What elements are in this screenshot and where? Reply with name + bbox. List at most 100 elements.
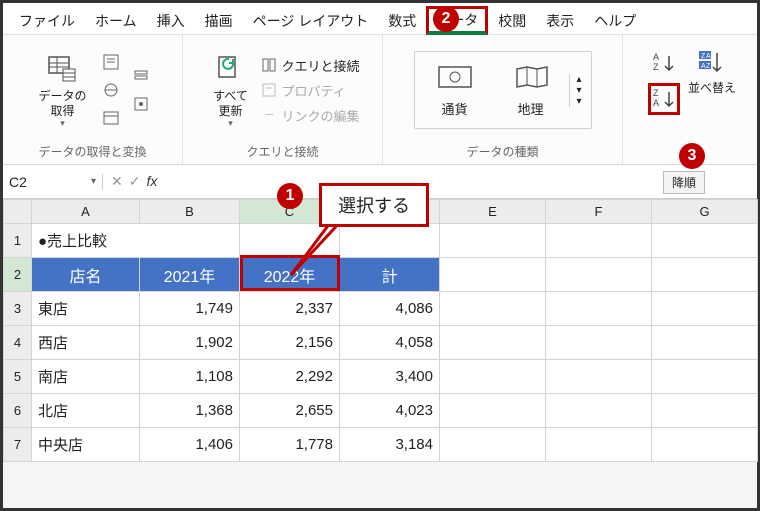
cell-G5[interactable] — [652, 360, 758, 394]
sort-asc-button[interactable]: AZ — [648, 47, 680, 79]
cell-F2[interactable] — [546, 258, 652, 292]
col-header-A[interactable]: A — [32, 200, 140, 224]
geography-type-button[interactable]: 地理 — [493, 63, 569, 118]
cell-F4[interactable] — [546, 326, 652, 360]
row-header-5[interactable]: 5 — [4, 360, 32, 394]
ribbon: データの 取得 ▾ データの取得と変換 すべて 更新 ▾ — [3, 35, 757, 165]
cell-C7[interactable]: 1,778 — [240, 428, 340, 462]
cell-D6[interactable]: 4,023 — [340, 394, 440, 428]
cell-F1[interactable] — [546, 224, 652, 258]
row-header-3[interactable]: 3 — [4, 292, 32, 326]
row-header-7[interactable]: 7 — [4, 428, 32, 462]
menu-review[interactable]: 校閲 — [488, 7, 536, 35]
cell-G7[interactable] — [652, 428, 758, 462]
cell-E4[interactable] — [440, 326, 546, 360]
from-table-button[interactable] — [99, 106, 123, 130]
row-header-4[interactable]: 4 — [4, 326, 32, 360]
edit-links-button[interactable]: リンクの編集 — [261, 106, 359, 125]
row-3: 3 東店 1,749 2,337 4,086 — [4, 292, 758, 326]
gallery-down-button[interactable]: ▾ — [570, 85, 589, 96]
queries-connections-button[interactable]: クエリと接続 — [261, 56, 359, 75]
cell-B7[interactable]: 1,406 — [140, 428, 240, 462]
refresh-icon — [213, 51, 247, 85]
cell-E3[interactable] — [440, 292, 546, 326]
gallery-more-button[interactable]: ▾ — [570, 96, 589, 107]
cell-G6[interactable] — [652, 394, 758, 428]
row-header-1[interactable]: 1 — [4, 224, 32, 258]
cell-B4[interactable]: 1,902 — [140, 326, 240, 360]
sort-desc-button[interactable]: ZA — [648, 83, 680, 115]
cell-G2[interactable] — [652, 258, 758, 292]
menu-file[interactable]: ファイル — [9, 7, 85, 35]
cell-E1[interactable] — [440, 224, 546, 258]
cell-D5[interactable]: 3,400 — [340, 360, 440, 394]
cell-A6[interactable]: 北店 — [32, 394, 140, 428]
cell-A1[interactable]: ●売上比較 — [32, 224, 240, 258]
cell-E5[interactable] — [440, 360, 546, 394]
cell-E7[interactable] — [440, 428, 546, 462]
refresh-all-button[interactable]: すべて 更新 ▾ — [205, 47, 255, 133]
row-header-6[interactable]: 6 — [4, 394, 32, 428]
menu-help[interactable]: ヘルプ — [584, 7, 646, 35]
cell-A3[interactable]: 東店 — [32, 292, 140, 326]
svg-text:Z: Z — [653, 88, 659, 98]
cell-A2[interactable]: 店名 — [32, 258, 140, 292]
cell-C4[interactable]: 2,156 — [240, 326, 340, 360]
from-text-button[interactable] — [99, 50, 123, 74]
cell-C5[interactable]: 2,292 — [240, 360, 340, 394]
sort-dialog-button[interactable]: ZAAZ 並べ替え — [688, 45, 736, 96]
cell-D3[interactable]: 4,086 — [340, 292, 440, 326]
svg-text:A: A — [653, 98, 659, 108]
cell-D7[interactable]: 3,184 — [340, 428, 440, 462]
get-data-button[interactable]: データの 取得 ▾ — [32, 47, 92, 133]
select-all-button[interactable] — [4, 200, 32, 224]
recent-sources-button[interactable] — [129, 64, 153, 88]
q-prop-label: プロパティ — [281, 81, 345, 100]
col-header-B[interactable]: B — [140, 200, 240, 224]
cancel-formula-button[interactable]: ✕ — [111, 173, 123, 190]
insert-function-button[interactable]: fx — [146, 173, 157, 190]
existing-conn-button[interactable] — [129, 92, 153, 116]
cell-G3[interactable] — [652, 292, 758, 326]
row-header-2[interactable]: 2 — [4, 258, 32, 292]
q-link-label: リンクの編集 — [281, 106, 359, 125]
map-icon — [511, 63, 551, 93]
cell-A5[interactable]: 南店 — [32, 360, 140, 394]
cell-F6[interactable] — [546, 394, 652, 428]
cell-E2[interactable] — [440, 258, 546, 292]
from-web-button[interactable] — [99, 78, 123, 102]
worksheet-grid[interactable]: A B C D E F G 1 ●売上比較 2 店名 2021年 2022年 計 — [3, 199, 758, 462]
cell-G1[interactable] — [652, 224, 758, 258]
cell-F3[interactable] — [546, 292, 652, 326]
properties-button[interactable]: プロパティ — [261, 81, 359, 100]
cell-G4[interactable] — [652, 326, 758, 360]
col-header-E[interactable]: E — [440, 200, 546, 224]
currency-type-button[interactable]: 通貨 — [417, 63, 493, 118]
gallery-up-button[interactable]: ▴ — [570, 74, 589, 85]
get-data-label: データの 取得 — [38, 89, 86, 118]
menu-page-layout[interactable]: ページ レイアウト — [243, 7, 379, 35]
menu-draw[interactable]: 描画 — [195, 7, 243, 35]
cell-C6[interactable]: 2,655 — [240, 394, 340, 428]
menu-insert[interactable]: 挿入 — [147, 7, 195, 35]
cell-A7[interactable]: 中央店 — [32, 428, 140, 462]
cell-A4[interactable]: 西店 — [32, 326, 140, 360]
cell-E6[interactable] — [440, 394, 546, 428]
cell-D4[interactable]: 4,058 — [340, 326, 440, 360]
cell-C3[interactable]: 2,337 — [240, 292, 340, 326]
enter-formula-button[interactable]: ✓ — [129, 173, 141, 190]
menu-home[interactable]: ホーム — [85, 7, 147, 35]
cell-B6[interactable]: 1,368 — [140, 394, 240, 428]
cell-B3[interactable]: 1,749 — [140, 292, 240, 326]
menu-formulas[interactable]: 数式 — [378, 7, 426, 35]
cell-F5[interactable] — [546, 360, 652, 394]
cell-F7[interactable] — [546, 428, 652, 462]
formula-bar-buttons: ✕ ✓ fx — [103, 173, 165, 190]
cell-B2[interactable]: 2021年 — [140, 258, 240, 292]
col-header-F[interactable]: F — [546, 200, 652, 224]
cell-B5[interactable]: 1,108 — [140, 360, 240, 394]
col-header-G[interactable]: G — [652, 200, 758, 224]
menu-view[interactable]: 表示 — [536, 7, 584, 35]
name-box[interactable]: C2 ▾ — [3, 174, 103, 190]
group1-label: データの取得と変換 — [38, 141, 146, 162]
